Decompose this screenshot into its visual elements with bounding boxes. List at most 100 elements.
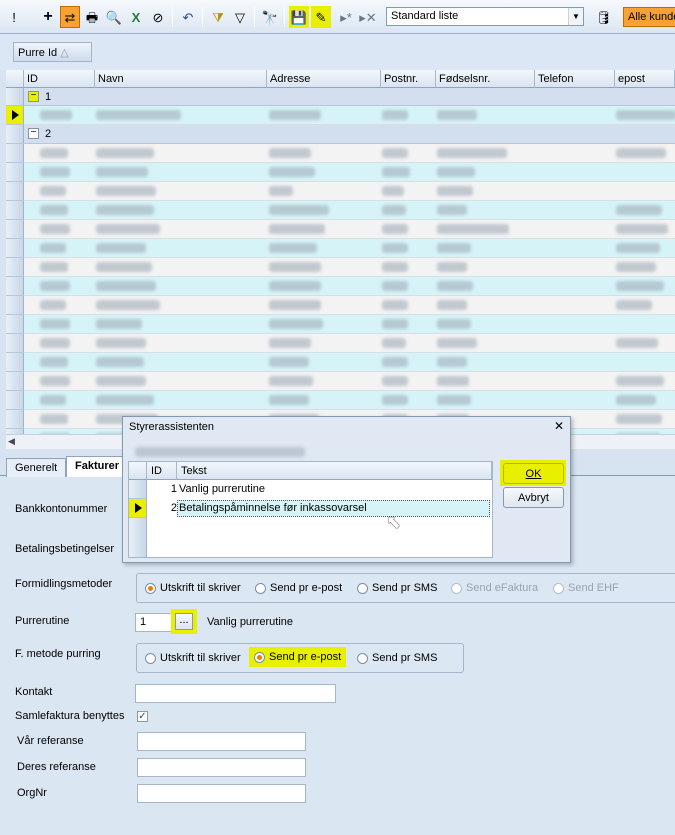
samlefaktura-checkbox[interactable]: ✓ <box>137 711 148 722</box>
new-record-icon[interactable]: ▸* <box>336 6 356 28</box>
excel-icon[interactable]: X <box>126 6 146 28</box>
row-selector[interactable] <box>6 125 24 144</box>
table-row[interactable] <box>24 163 675 182</box>
fmetode-purring-label: F. metode purring <box>15 648 101 660</box>
row-selector[interactable] <box>6 258 24 277</box>
edit-icon[interactable]: ✎ <box>311 6 331 28</box>
save-icon[interactable]: 💾 <box>289 6 309 28</box>
deres-referanse-label: Deres referanse <box>17 761 96 773</box>
row-selector[interactable] <box>6 353 24 372</box>
scroll-left-icon[interactable]: ◀ <box>8 436 15 447</box>
list-item[interactable]: 1 Vanlig purrerutine <box>147 480 492 499</box>
mouse-cursor-icon: ⬉ <box>386 512 402 532</box>
table-row[interactable] <box>24 144 675 163</box>
row-selector[interactable] <box>6 391 24 410</box>
row-selector[interactable] <box>6 144 24 163</box>
row-selector[interactable] <box>129 480 147 499</box>
print-icon[interactable]: 🖶 <box>82 6 102 28</box>
row-selector[interactable] <box>6 201 24 220</box>
radio-purring-e-post[interactable]: Send pr e-post <box>249 647 347 667</box>
column-header-adresse[interactable]: Adresse <box>267 70 381 88</box>
delete-record-icon[interactable]: ▸✕ <box>358 6 378 28</box>
collapse-icon[interactable]: − <box>28 128 39 139</box>
alle-kunder-button[interactable]: Alle kunde <box>623 7 675 27</box>
transfer-icon[interactable]: ⇄ <box>60 6 80 28</box>
table-row[interactable] <box>24 296 675 315</box>
table-row[interactable] <box>24 106 675 125</box>
column-header-telefon[interactable]: Telefon <box>535 70 615 88</box>
chevron-down-icon[interactable]: ▼ <box>568 8 583 25</box>
print-preview-icon[interactable]: 🔍 <box>104 6 124 28</box>
row-selector[interactable] <box>6 334 24 353</box>
kontakt-label: Kontakt <box>15 686 53 698</box>
table-row[interactable] <box>24 353 675 372</box>
kontakt-input[interactable] <box>135 684 336 703</box>
table-row[interactable] <box>24 277 675 296</box>
column-header-epost[interactable]: epost <box>615 70 675 88</box>
dialog-column-tekst[interactable]: Tekst <box>177 462 492 480</box>
table-row[interactable] <box>24 220 675 239</box>
database-icon[interactable]: 🛢 <box>594 6 614 28</box>
undo-icon[interactable]: ↶ <box>178 6 198 28</box>
sort-asc-icon: △ <box>60 47 69 59</box>
radio-send-pr-sms[interactable]: Send pr SMS <box>357 582 437 594</box>
close-icon[interactable]: ✕ <box>554 419 564 433</box>
row-selector[interactable] <box>6 410 24 429</box>
group-label: 2 <box>45 128 52 140</box>
group-label: 1 <box>45 91 52 103</box>
filter-icon[interactable]: ▽ <box>230 6 250 28</box>
column-header-postnr[interactable]: Postnr. <box>381 70 436 88</box>
orgnr-label: OrgNr <box>17 787 47 799</box>
row-selector[interactable] <box>6 163 24 182</box>
filter-clear-icon[interactable]: ⧩ <box>208 6 228 28</box>
column-header-navn[interactable]: Navn <box>95 70 267 88</box>
table-row[interactable] <box>24 182 675 201</box>
row-selector[interactable] <box>6 239 24 258</box>
group-row-1[interactable]: − 1 <box>24 88 675 106</box>
tab-generelt[interactable]: Generelt <box>6 458 67 477</box>
radio-send-pr-e-post[interactable]: Send pr e-post <box>255 582 342 594</box>
table-row[interactable] <box>24 372 675 391</box>
purrerutine-input[interactable]: 1 <box>135 613 173 632</box>
column-header-fodselsnr[interactable]: Fødselsnr. <box>436 70 535 88</box>
list-item-selected[interactable]: 2 Betalingspåminnelse før inkassovarsel <box>147 499 492 518</box>
tab-fakturer[interactable]: Fakturer <box>66 456 126 477</box>
attachment-icon[interactable]: ⊘ <box>148 6 168 28</box>
radio-purring-sms[interactable]: Send pr SMS <box>357 652 437 664</box>
row-selector-active[interactable] <box>129 499 147 518</box>
row-selector[interactable] <box>6 372 24 391</box>
purrerutine-label: Purrerutine <box>15 615 70 627</box>
table-row[interactable] <box>24 391 675 410</box>
list-select[interactable]: Standard liste ▼ <box>386 7 584 26</box>
dialog-column-id[interactable]: ID <box>147 462 177 480</box>
ok-button[interactable]: OK <box>503 463 564 484</box>
collapse-icon[interactable]: − <box>28 91 39 102</box>
table-row[interactable] <box>24 315 675 334</box>
radio-purring-utskrift[interactable]: Utskrift til skriver <box>145 652 241 664</box>
row-selector-active[interactable] <box>6 106 24 125</box>
cancel-button[interactable]: Avbryt <box>503 487 564 508</box>
exclamation-icon[interactable]: ! <box>4 6 24 28</box>
deres-referanse-input[interactable] <box>137 758 306 777</box>
row-selector[interactable] <box>6 277 24 296</box>
orgnr-input[interactable] <box>137 784 306 803</box>
radio-utskrift-til-skriver[interactable]: Utskrift til skriver <box>145 582 241 594</box>
row-selector[interactable] <box>6 315 24 334</box>
table-row[interactable] <box>24 201 675 220</box>
row-selector[interactable] <box>6 220 24 239</box>
purrerutine-lookup-button[interactable]: ... <box>175 613 193 630</box>
find-icon[interactable]: 🔭 <box>260 6 280 28</box>
fmetode-purring-group: Utskrift til skriver Send pr e-post Send… <box>136 643 464 673</box>
add-icon[interactable]: + <box>38 6 58 28</box>
table-row[interactable] <box>24 334 675 353</box>
column-header-id[interactable]: ID <box>24 70 95 88</box>
group-row-2[interactable]: − 2 <box>24 125 675 144</box>
row-selector[interactable] <box>6 88 24 106</box>
table-row[interactable] <box>24 239 675 258</box>
betalingsbetingelser-label: Betalingsbetingelser <box>15 543 115 555</box>
table-row[interactable] <box>24 258 675 277</box>
group-by-chip[interactable]: Purre Id △ <box>13 42 92 62</box>
row-selector[interactable] <box>6 296 24 315</box>
row-selector[interactable] <box>6 182 24 201</box>
var-referanse-input[interactable] <box>137 732 306 751</box>
